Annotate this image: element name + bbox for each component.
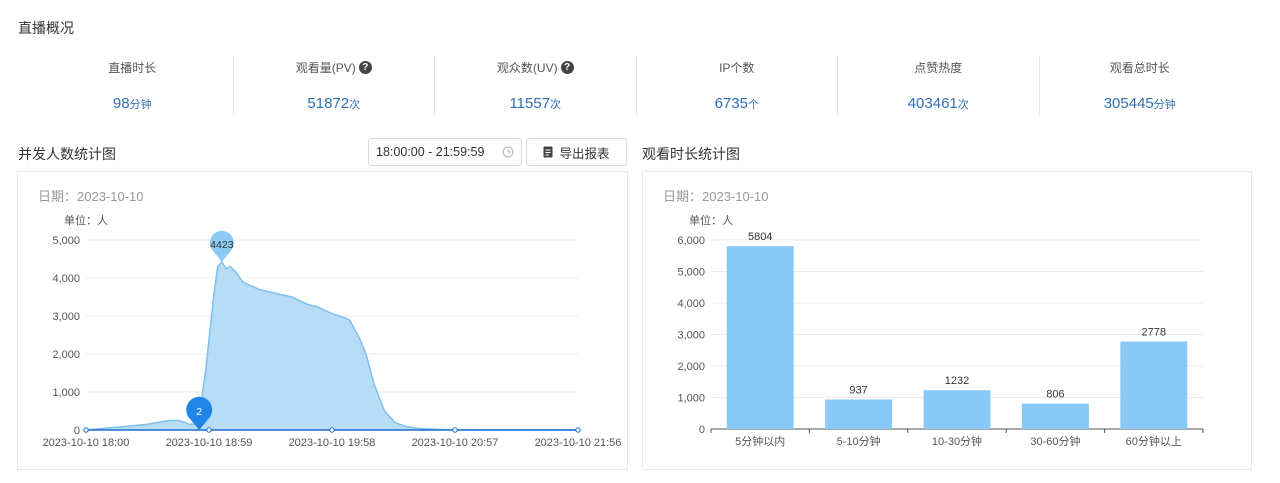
stat-value: 305445分钟 bbox=[1040, 95, 1241, 112]
stat-number: 11557 bbox=[509, 95, 551, 112]
x-tick-label: 2023-10-10 18:00 bbox=[43, 437, 130, 449]
duration-chart-panel: 日期：2023-10-10 单位：人 0 1,000 2,000 3,000 4,000 5,… bbox=[642, 171, 1252, 470]
concurrency-chart-title: 并发人数统计图 bbox=[18, 146, 116, 162]
x-tick-label: 2023-10-10 21:56 bbox=[535, 437, 622, 449]
stat-uv: 观众数(UV)? 11557次 bbox=[434, 56, 636, 116]
y-tick-label: 6,000 bbox=[677, 235, 705, 247]
x-tick-marker bbox=[206, 427, 212, 433]
stat-value: 6735个 bbox=[637, 95, 838, 112]
bar bbox=[825, 399, 893, 429]
export-report-button[interactable]: 导出报表 bbox=[526, 138, 627, 166]
x-tick-label: 60分钟以上 bbox=[1126, 434, 1182, 448]
stat-number: 98 bbox=[112, 95, 130, 112]
concurrency-chart-panel: 日期：2023-10-10 单位：人 0 1,000 2,000 3,000 4,000 5,… bbox=[17, 171, 628, 470]
x-tick-marker bbox=[83, 427, 89, 433]
chart-date-label: 日期：2023-10-10 bbox=[663, 189, 769, 204]
bar-value-label: 5804 bbox=[748, 231, 772, 243]
x-tick-label: 2023-10-10 18:59 bbox=[166, 437, 253, 449]
stat-number: 305445 bbox=[1103, 95, 1154, 112]
stat-unit: 次 bbox=[349, 99, 361, 111]
y-tick-label: 1,000 bbox=[677, 393, 705, 405]
stat-label: 点赞热度 bbox=[914, 59, 962, 76]
stat-ip: IP个数 6735个 bbox=[635, 56, 838, 116]
duration-chart-title: 观看时长统计图 bbox=[642, 146, 740, 162]
x-tick-label: 10-30分钟 bbox=[932, 434, 982, 448]
y-tick-label: 2,000 bbox=[52, 349, 80, 361]
stat-value: 11557次 bbox=[435, 95, 636, 112]
y-tick-label: 2,000 bbox=[677, 361, 705, 373]
x-tick-marker bbox=[575, 427, 581, 433]
stat-number: 6735 bbox=[714, 95, 748, 112]
stat-value: 403461次 bbox=[838, 95, 1039, 112]
x-tick-marker bbox=[329, 427, 335, 433]
stat-value: 51872次 bbox=[234, 95, 435, 112]
stat-total-watch: 观看总时长 305445分钟 bbox=[1038, 56, 1241, 116]
duration-bar-chart: 日期：2023-10-10 单位：人 0 1,000 2,000 3,000 4,000 5,… bbox=[663, 189, 1204, 448]
section-title: 直播概况 bbox=[18, 20, 74, 36]
y-tick-label: 1,000 bbox=[52, 387, 80, 399]
document-icon bbox=[543, 146, 553, 158]
y-tick-label: 5,000 bbox=[52, 235, 80, 247]
y-tick-label: 0 bbox=[699, 424, 705, 436]
concurrency-area-chart: 日期：2023-10-10 单位：人 0 1,000 2,000 3,000 4,000 5,… bbox=[38, 189, 622, 449]
x-tick-label: 5分钟以内 bbox=[735, 434, 785, 448]
bar-value-label: 937 bbox=[849, 384, 867, 396]
y-tick-label: 5,000 bbox=[677, 267, 705, 279]
x-tick-marker bbox=[452, 427, 458, 433]
bar bbox=[726, 246, 794, 429]
area-fill bbox=[86, 261, 578, 430]
stat-label-text: 观看量(PV) bbox=[295, 61, 356, 75]
stat-number: 403461 bbox=[907, 95, 958, 112]
bar-value-label: 806 bbox=[1046, 389, 1064, 401]
stat-value: 98分钟 bbox=[32, 95, 233, 112]
x-tick-label: 5-10分钟 bbox=[837, 434, 881, 448]
time-range-value: 18:00:00 - 21:59:59 bbox=[376, 145, 485, 159]
stat-label: IP个数 bbox=[719, 59, 754, 76]
stat-label: 观看量(PV)? bbox=[296, 59, 372, 76]
chart-date-label: 日期：2023-10-10 bbox=[38, 189, 144, 204]
stat-label-text: 观众数(UV) bbox=[496, 61, 558, 75]
y-tick-label: 4,000 bbox=[52, 273, 80, 285]
bar-value-label: 1232 bbox=[945, 375, 969, 387]
stat-pv: 观看量(PV)? 51872次 bbox=[232, 56, 435, 116]
stat-unit: 个 bbox=[747, 99, 759, 111]
y-tick-label: 3,000 bbox=[677, 330, 705, 342]
stat-unit: 分钟 bbox=[129, 99, 152, 111]
help-icon[interactable]: ? bbox=[560, 61, 574, 74]
time-range-picker[interactable]: 18:00:00 - 21:59:59 bbox=[368, 138, 522, 166]
export-report-label: 导出报表 bbox=[559, 146, 610, 161]
x-tick-label: 2023-10-10 20:57 bbox=[412, 437, 499, 449]
bar bbox=[1021, 403, 1089, 429]
stat-duration: 直播时长 98分钟 bbox=[32, 56, 233, 116]
stat-unit: 次 bbox=[957, 99, 969, 111]
stat-unit: 分钟 bbox=[1153, 99, 1176, 111]
help-icon[interactable]: ? bbox=[358, 61, 372, 74]
chart-unit-label: 单位：人 bbox=[64, 213, 108, 227]
stat-unit: 次 bbox=[550, 99, 562, 111]
stat-label: 观众数(UV)? bbox=[497, 59, 574, 76]
min-value-label: 2 bbox=[196, 406, 202, 418]
stat-number: 51872 bbox=[307, 95, 350, 112]
bar bbox=[923, 390, 991, 429]
bar bbox=[1120, 341, 1188, 429]
bar-value-label: 2778 bbox=[1142, 326, 1166, 338]
stat-label-text: IP个数 bbox=[719, 61, 755, 75]
y-tick-label: 3,000 bbox=[52, 311, 80, 323]
stat-label-text: 观看总时长 bbox=[1109, 61, 1170, 75]
stat-label: 直播时长 bbox=[108, 59, 156, 76]
clock-icon bbox=[502, 146, 514, 158]
y-tick-label: 4,000 bbox=[677, 298, 705, 310]
stats-row: 直播时长 98分钟 观看量(PV)? 51872次 观众数(UV)? 11557… bbox=[32, 56, 1240, 116]
stat-label: 观看总时长 bbox=[1110, 59, 1170, 76]
stat-label-text: 点赞热度 bbox=[914, 61, 963, 75]
chart-unit-label: 单位：人 bbox=[689, 213, 733, 227]
y-tick-label: 0 bbox=[74, 425, 80, 437]
max-value-label: 4423 bbox=[210, 239, 234, 251]
stat-likes: 点赞热度 403461次 bbox=[837, 56, 1039, 116]
x-tick-label: 2023-10-10 19:58 bbox=[289, 437, 376, 449]
x-tick-label: 30-60分钟 bbox=[1030, 434, 1080, 448]
stat-label-text: 直播时长 bbox=[108, 61, 157, 75]
